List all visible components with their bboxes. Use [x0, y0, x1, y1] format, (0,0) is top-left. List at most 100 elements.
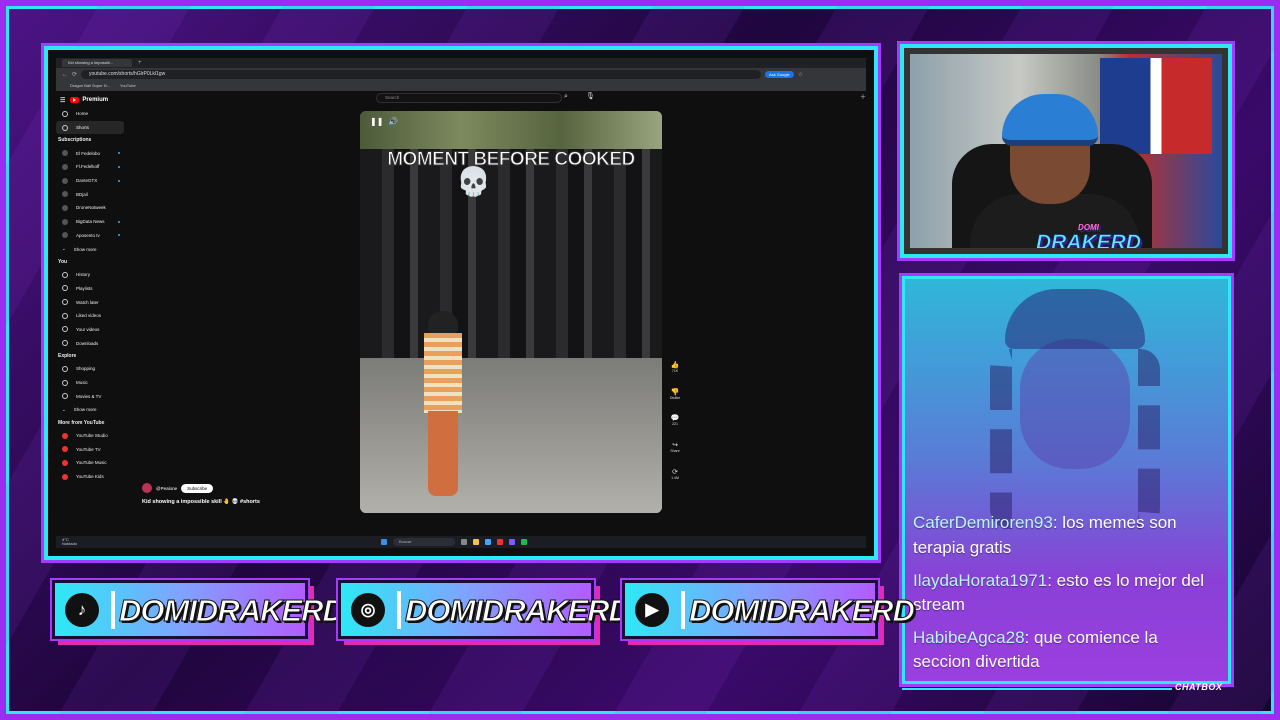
edge-icon[interactable]: [485, 539, 491, 545]
sidebar-item-history[interactable]: History: [56, 268, 128, 282]
bookmark-item[interactable]: YouTube: [120, 83, 136, 89]
channel-avatar[interactable]: [142, 483, 152, 493]
sidebar-item-studio[interactable]: YouTube Studio: [56, 429, 128, 443]
social-tiktok: ♪ DOMIDRAKERD: [52, 580, 345, 639]
remix-button[interactable]: ⟳ 1.4M: [668, 468, 682, 495]
like-button[interactable]: 👍 71K: [668, 361, 682, 388]
back-icon[interactable]: ←: [62, 72, 68, 78]
chat-username: CaferDemiroren93: [913, 513, 1053, 533]
browser-tab[interactable]: Kid showing a impossib...: [62, 59, 132, 67]
share-label: Share: [670, 449, 680, 454]
like-count: 71K: [671, 369, 679, 373]
address-input[interactable]: youtube.com/shorts/hGlrP0Lkl1gw: [81, 70, 762, 79]
microphone-icon[interactable]: 🎙: [586, 92, 595, 100]
comment-count: 221: [672, 422, 678, 427]
show-more-explore[interactable]: ⌄ Show more: [56, 403, 128, 417]
subscription-item[interactable]: BigData News: [56, 215, 128, 229]
sidebar-item-label: Liked videos: [76, 313, 102, 319]
remix-count: 1.4M: [671, 475, 679, 480]
subscription-item[interactable]: DroneNotweek: [56, 201, 128, 215]
create-icon[interactable]: ＋: [860, 92, 866, 101]
tab-bar: Kid showing a impossib... +: [56, 58, 866, 68]
sidebar-item-shopping[interactable]: Shopping: [56, 362, 128, 376]
volume-icon[interactable]: 🔊: [388, 117, 398, 126]
taskbar-search[interactable]: Buscar: [393, 538, 455, 546]
discord-icon[interactable]: [509, 539, 515, 545]
share-button[interactable]: ↪ Share: [668, 441, 682, 468]
bookmark-item[interactable]: Dragon Ball Super N...: [70, 83, 110, 89]
subscribe-button[interactable]: Subscribe: [181, 483, 214, 493]
sidebar-item-music[interactable]: Music: [56, 376, 128, 390]
video-crowd: [360, 149, 662, 359]
short-video-player[interactable]: MOMENT BEFORE COOKED 💀 ❚❚ 🔊: [360, 111, 662, 513]
channel-avatar: [62, 191, 68, 198]
youtube-music-icon: [62, 459, 68, 466]
subscriptions-heading[interactable]: Subscriptions: [56, 134, 128, 146]
subscription-item[interactable]: Aposento tv: [56, 229, 128, 243]
sidebar-item-youtube-music[interactable]: YouTube Music: [56, 456, 128, 470]
subscription-label: El Fedelobo: [76, 150, 101, 156]
chat-panel: CaferDemiroren93: los memes son terapia …: [902, 276, 1231, 684]
shopping-bag-icon: [62, 365, 68, 372]
channel-avatar: [62, 177, 68, 184]
video-ground: [360, 358, 662, 513]
video-icon: [62, 326, 68, 333]
file-explorer-icon[interactable]: [473, 539, 479, 545]
bookmark-star-icon[interactable]: ☆: [798, 71, 803, 78]
dislike-label: Dislike: [669, 395, 681, 400]
reload-icon[interactable]: ⟳: [72, 71, 77, 78]
comments-button[interactable]: 💬 221: [668, 414, 682, 441]
divider: [681, 591, 685, 629]
sidebar-item-home[interactable]: Home: [56, 107, 128, 121]
subscription-item[interactable]: DanteGTX: [56, 174, 128, 188]
you-heading[interactable]: You: [56, 256, 128, 268]
windows-start-icon[interactable]: [381, 539, 387, 545]
channel-handle[interactable]: @Pealone: [156, 486, 177, 491]
clock-icon: [62, 299, 68, 306]
dislike-button[interactable]: 👎 Dislike: [668, 388, 682, 415]
subscription-item[interactable]: Fl.Fedelkoff: [56, 160, 128, 174]
sidebar-item-label: Shopping: [76, 366, 96, 372]
sidebar-item-label: YouTube Studio: [76, 433, 108, 439]
new-content-dot: [118, 220, 120, 223]
video-title[interactable]: Kid showing a impossible skill 🤚 💀 #shor…: [142, 499, 260, 505]
social-handle: DOMIDRAKERD: [405, 593, 632, 628]
search-input[interactable]: Search: [376, 93, 562, 103]
like-icon: 👍: [670, 362, 680, 369]
spotify-icon[interactable]: [521, 539, 527, 545]
chat-message: IlaydaHorata1971: esto es lo mejor del s…: [913, 570, 1205, 615]
new-tab-button[interactable]: +: [138, 60, 142, 66]
search-icon[interactable]: ⌕: [564, 93, 568, 101]
sidebar-item-label: Playlists: [76, 285, 93, 291]
weather-widget[interactable]: 4°C Nublado: [62, 538, 77, 546]
sidebar-item-shorts[interactable]: Shorts: [56, 120, 124, 135]
task-view-icon[interactable]: [461, 539, 467, 545]
show-more-subscriptions[interactable]: ⌄ Show more: [56, 242, 128, 256]
sidebar-item-youtube-tv[interactable]: YouTube TV: [56, 442, 128, 456]
subscription-label: DroneNotweek: [76, 205, 106, 211]
sidebar-item-movies[interactable]: Movies & TV: [56, 389, 128, 403]
pause-icon[interactable]: ❚❚: [370, 117, 383, 126]
sidebar-item-your-videos[interactable]: Your videos: [56, 323, 128, 337]
subscription-item[interactable]: El Fedelobo: [56, 146, 128, 160]
sidebar-item-youtube-kids[interactable]: YouTube Kids: [56, 470, 128, 484]
sidebar-item-liked-videos[interactable]: Liked videos: [56, 309, 128, 323]
hamburger-menu-icon[interactable]: ☰: [60, 97, 65, 104]
channel-avatar: [62, 232, 68, 239]
sidebar-item-playlists[interactable]: Playlists: [56, 282, 128, 296]
channel-row: @Pealone Subscribe: [142, 483, 214, 493]
home-icon: [62, 110, 68, 117]
chatbox-underline: [902, 688, 1172, 690]
youtube-logo[interactable]: ☰ Premium: [56, 93, 128, 107]
chevron-down-icon: ⌄: [62, 246, 66, 252]
browser-window: Kid showing a impossib... + ← ⟳ youtube.…: [56, 58, 866, 548]
ask-google-button[interactable]: Ask Google: [765, 71, 794, 78]
webcam-frame: DOMI DRAKERD: [900, 44, 1232, 258]
chat-message: CaferDemiroren93: los memes son terapia …: [913, 513, 1177, 558]
chrome-icon[interactable]: [497, 539, 503, 545]
subscription-item[interactable]: BDjail: [56, 187, 128, 201]
youtube-studio-icon: [62, 432, 68, 439]
sidebar-item-label: History: [76, 272, 91, 278]
sidebar-item-watch-later[interactable]: Watch later: [56, 295, 128, 309]
sidebar-item-downloads[interactable]: Downloads: [56, 336, 128, 350]
